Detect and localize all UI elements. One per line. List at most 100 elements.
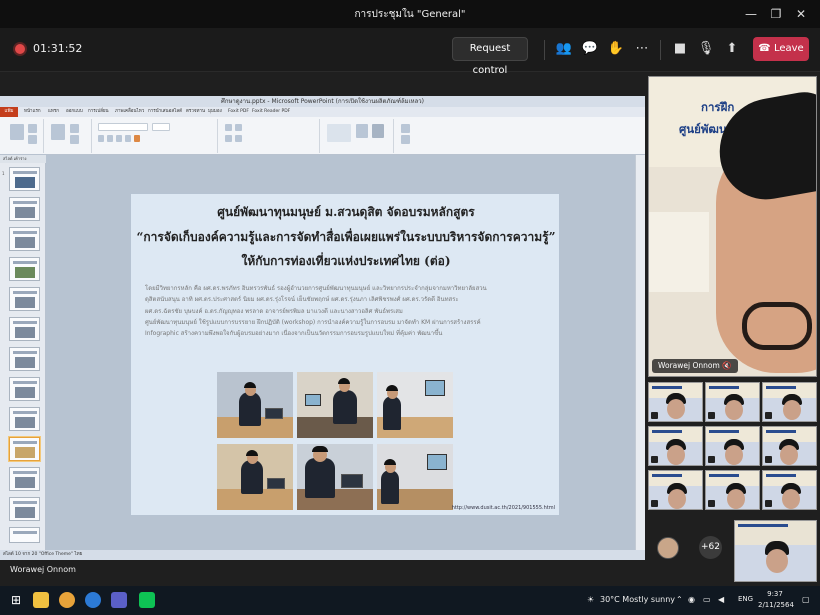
slide-thumbnail[interactable] bbox=[9, 497, 40, 521]
teams-icon[interactable] bbox=[111, 592, 127, 608]
background-panel bbox=[649, 212, 709, 292]
layout-icon[interactable] bbox=[70, 124, 79, 133]
participant-tile[interactable] bbox=[648, 382, 703, 422]
close-icon[interactable]: ✕ bbox=[791, 4, 811, 24]
ribbon-font-group[interactable] bbox=[94, 119, 218, 153]
weather-text[interactable]: 30°C Mostly sunny bbox=[600, 595, 675, 604]
slide-thumbnail[interactable] bbox=[9, 317, 40, 341]
participant-tile[interactable] bbox=[648, 470, 703, 510]
chat-icon[interactable]: 💬 bbox=[581, 40, 599, 58]
windows-start-icon[interactable]: ⊞ bbox=[8, 592, 24, 608]
slide-thumbnail[interactable] bbox=[9, 227, 40, 251]
align-left-icon[interactable] bbox=[225, 135, 232, 142]
slide-thumbnail[interactable] bbox=[9, 167, 40, 191]
line-app-icon[interactable] bbox=[139, 592, 155, 608]
ppt-tab-view[interactable]: มุมมอง bbox=[208, 107, 222, 117]
shapes-icon[interactable] bbox=[327, 124, 351, 142]
paste-icon[interactable] bbox=[10, 124, 24, 140]
display-icon[interactable]: ▭ bbox=[703, 595, 711, 604]
cut-icon[interactable] bbox=[28, 124, 37, 133]
mic-muted-icon: 🔇 bbox=[722, 361, 732, 370]
ribbon-slides-group[interactable] bbox=[46, 119, 92, 153]
window-title: การประชุมใน "General" bbox=[354, 9, 466, 20]
notifications-icon[interactable]: ▢ bbox=[802, 595, 810, 604]
leave-button[interactable]: ☎ Leave bbox=[753, 37, 809, 61]
volume-icon[interactable]: ◀ bbox=[718, 595, 724, 604]
ppt-tab-foxit-reader[interactable]: Foxit Reader PDF bbox=[252, 107, 290, 117]
minimize-icon[interactable]: — bbox=[741, 4, 761, 24]
bold-icon[interactable] bbox=[98, 135, 104, 142]
participant-tile[interactable] bbox=[648, 426, 703, 466]
participant-tile[interactable] bbox=[705, 470, 760, 510]
replace-icon[interactable] bbox=[401, 135, 410, 144]
find-icon[interactable] bbox=[401, 124, 410, 133]
slide-photo bbox=[377, 372, 453, 438]
people-icon[interactable]: 👥 bbox=[555, 40, 573, 58]
taskbar-clock[interactable]: 9:37 2/11/2564 bbox=[758, 589, 794, 611]
more-options-icon[interactable]: ⋯ bbox=[633, 40, 651, 58]
file-explorer-icon[interactable] bbox=[33, 592, 49, 608]
strikethrough-icon[interactable] bbox=[125, 135, 131, 142]
ppt-vertical-scrollbar[interactable] bbox=[635, 155, 645, 550]
mic-off-icon[interactable]: 🎙 bbox=[697, 40, 715, 58]
font-size-box[interactable] bbox=[152, 123, 170, 131]
ppt-tab-review[interactable]: ตรวจทาน bbox=[186, 107, 205, 117]
ppt-tab-design[interactable]: ออกแบบ bbox=[66, 107, 83, 117]
raise-hand-icon[interactable]: ✋ bbox=[607, 40, 625, 58]
request-control-button[interactable]: Request control bbox=[452, 37, 528, 76]
ribbon-drawing-group[interactable] bbox=[322, 119, 394, 153]
participant-video-main[interactable]: การฝึก ศูนย์พัฒนา Worawej Onnom 🔇 bbox=[648, 76, 817, 377]
slide-thumbnail[interactable] bbox=[9, 257, 40, 281]
quick-styles-icon[interactable] bbox=[372, 124, 384, 138]
underline-icon[interactable] bbox=[116, 135, 122, 142]
recording-icon bbox=[15, 44, 25, 54]
participant-tile-large[interactable] bbox=[734, 520, 817, 582]
presenter-name-label: Worawej Onnom bbox=[10, 565, 76, 574]
bullets-icon[interactable] bbox=[225, 124, 232, 131]
ribbon-paragraph-group[interactable] bbox=[220, 119, 320, 153]
participant-tile[interactable] bbox=[705, 382, 760, 422]
ppt-tab-animations[interactable]: ภาพเคลื่อนไหว bbox=[115, 107, 144, 117]
weather-icon[interactable]: ☀ bbox=[587, 595, 594, 604]
ppt-tab-transitions[interactable]: การเปลี่ยน bbox=[88, 107, 109, 117]
maximize-icon[interactable]: ❐ bbox=[766, 4, 786, 24]
align-center-icon[interactable] bbox=[235, 135, 242, 142]
participant-tile[interactable] bbox=[762, 382, 817, 422]
slide-thumbnail[interactable] bbox=[9, 197, 40, 221]
ppt-tab-foxit-pdf[interactable]: Foxit PDF bbox=[228, 107, 249, 117]
participant-tile[interactable] bbox=[762, 426, 817, 466]
font-color-icon[interactable] bbox=[134, 135, 140, 142]
slide-thumbnail[interactable] bbox=[9, 407, 40, 431]
input-language[interactable]: ENG bbox=[738, 595, 753, 603]
slide-thumbnail[interactable] bbox=[9, 467, 40, 491]
slide-thumbnail[interactable] bbox=[9, 287, 40, 311]
participant-tile[interactable] bbox=[762, 470, 817, 510]
network-icon[interactable]: ◉ bbox=[688, 595, 695, 604]
ppt-tab-insert[interactable]: แทรก bbox=[48, 107, 59, 117]
slide-thumbnail-selected[interactable] bbox=[9, 437, 40, 461]
font-name-box[interactable] bbox=[98, 123, 148, 131]
ribbon-clipboard-group[interactable] bbox=[4, 119, 44, 153]
reset-icon[interactable] bbox=[70, 135, 79, 144]
italic-icon[interactable] bbox=[107, 135, 113, 142]
numbering-icon[interactable] bbox=[235, 124, 242, 131]
participant-avatar[interactable] bbox=[657, 537, 679, 559]
ppt-tab-home[interactable]: หน้าแรก bbox=[24, 107, 41, 117]
participant-tile[interactable] bbox=[705, 426, 760, 466]
slide-thumbnail[interactable] bbox=[9, 347, 40, 371]
arrange-icon[interactable] bbox=[356, 124, 368, 138]
chrome-icon[interactable] bbox=[59, 592, 75, 608]
ribbon-editing-group[interactable] bbox=[396, 119, 432, 153]
slide-thumbnail[interactable] bbox=[9, 527, 40, 543]
camera-icon[interactable]: ■ bbox=[671, 40, 689, 58]
ppt-tab-file[interactable]: แฟ้ม bbox=[0, 107, 18, 117]
edge-icon[interactable] bbox=[85, 592, 101, 608]
show-hidden-icons-icon[interactable]: ⌃ bbox=[676, 595, 683, 604]
ppt-tab-slideshow[interactable]: การนำเสนอสไลด์ bbox=[148, 107, 182, 117]
thumbnail-pane-tabs[interactable]: สไลด์ เค้าร่าง bbox=[0, 155, 46, 163]
slide-thumbnail[interactable] bbox=[9, 377, 40, 401]
new-slide-icon[interactable] bbox=[51, 124, 65, 140]
more-participants-badge[interactable]: +62 bbox=[699, 536, 722, 559]
copy-icon[interactable] bbox=[28, 135, 37, 144]
share-icon[interactable]: ⬆ bbox=[723, 40, 741, 58]
